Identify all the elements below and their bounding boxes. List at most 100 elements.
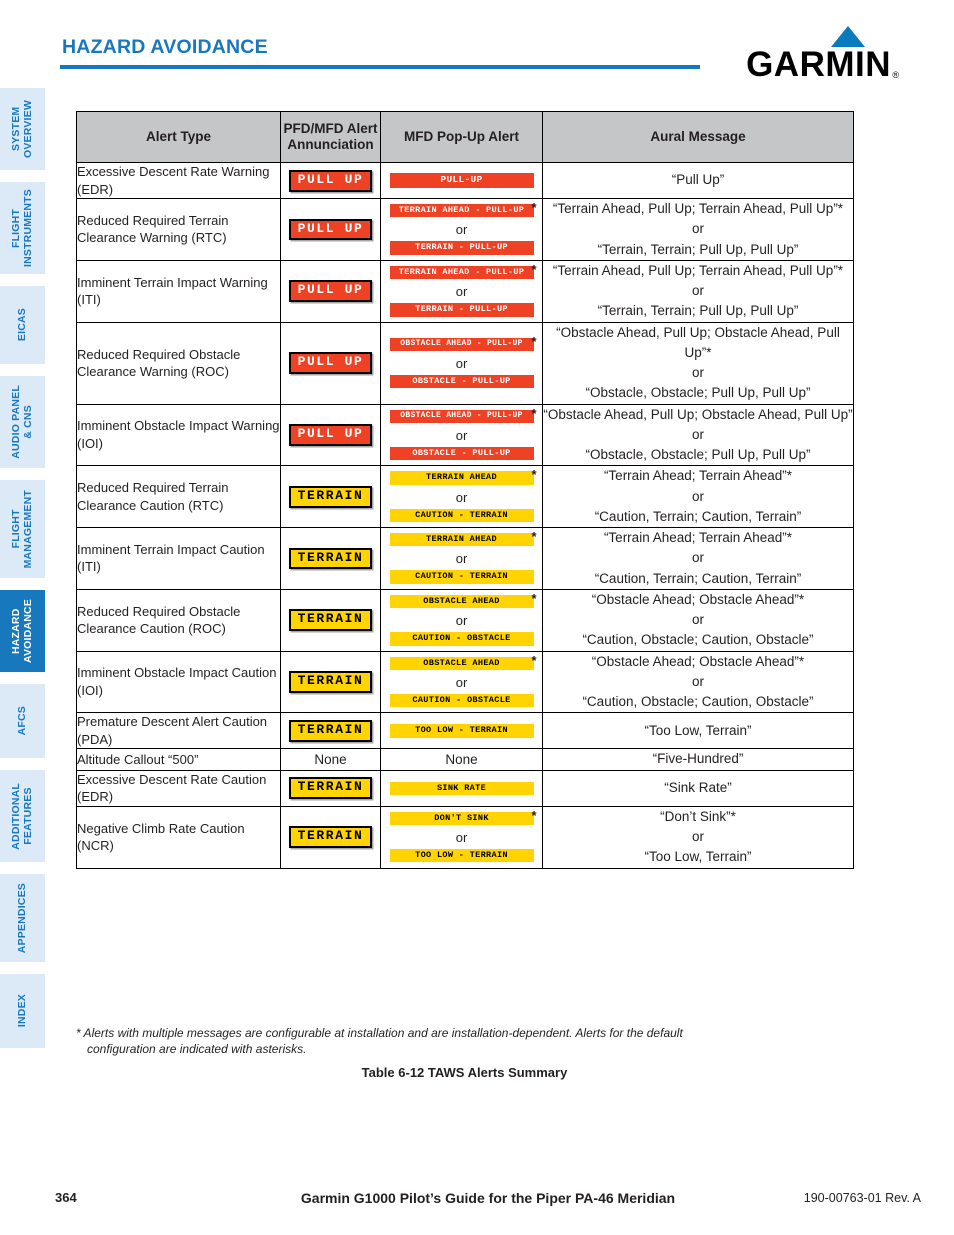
- aural-message-line: or: [691, 426, 704, 442]
- annunciation-cell: TERRAIN: [280, 527, 381, 590]
- alert-type-cell: Reduced Required Obstacle Clearance Warn…: [76, 321, 281, 405]
- pfd-annunciation-badge: TERRAIN: [288, 777, 373, 800]
- sidebar-item-label: AUDIO PANEL & CNS: [9, 385, 34, 459]
- aural-message-cell: “Obstacle Ahead, Pull Up; Obstacle Ahead…: [542, 403, 854, 467]
- aural-message-line: or: [691, 221, 704, 237]
- table-row: Imminent Obstacle Impact Warning (IOI) PU…: [76, 403, 854, 467]
- aural-message-line: “Caution, Terrain; Caution, Terrain”: [594, 570, 802, 586]
- mfd-popup-line: PULL-UP: [389, 173, 534, 188]
- mfd-popup-line: OBSTACLE AHEAD *: [389, 652, 537, 670]
- table-row: Altitude Callout “500” None None “Five-Hund…: [76, 748, 854, 771]
- mfd-popup-line: SINK RATE: [389, 781, 534, 795]
- table-row: Excessive Descent Rate Caution (EDR) TERR…: [76, 769, 854, 807]
- aural-message-line: or: [691, 829, 704, 845]
- alert-type-cell: Imminent Terrain Impact Caution (ITI): [76, 527, 281, 590]
- pfd-annunciation-badge: TERRAIN: [288, 826, 373, 849]
- popup-or-separator: or: [455, 830, 468, 846]
- aural-message-line: “Terrain, Terrain; Pull Up, Pull Up”: [597, 241, 799, 257]
- mfd-popup-cell: TERRAIN AHEAD * or CAUTION - TERRAIN: [380, 527, 543, 590]
- sidebar-item-additional-features[interactable]: ADDITIONAL FEATURES: [0, 770, 45, 862]
- sidebar-item-label: APPENDICES: [15, 882, 28, 954]
- aural-message-line: or: [691, 283, 704, 299]
- mfd-popup-line: DON'T SINK *: [389, 807, 537, 826]
- annunciation-cell: PULL UP: [280, 161, 381, 200]
- alert-type-cell: Excessive Descent Rate Caution (EDR): [76, 769, 281, 807]
- mfd-popup-group: None: [381, 751, 542, 769]
- aural-message-line: or: [691, 612, 704, 628]
- mfd-popup-line: TOO LOW - TERRAIN: [389, 849, 534, 863]
- alert-type-cell: Reduced Required Terrain Clearance Warni…: [76, 198, 281, 261]
- asterisk-marker: *: [531, 807, 537, 823]
- mfd-popup-banner: CAUTION - OBSTACLE: [389, 632, 534, 646]
- mfd-popup-line: TOO LOW - TERRAIN: [389, 724, 534, 738]
- aural-message-line: or: [691, 488, 704, 504]
- asterisk-marker: *: [531, 529, 537, 545]
- sidebar-section-tabs: SYSTEM OVERVIEW FLIGHT INSTRUMENTS EICAS AU…: [0, 88, 45, 1060]
- mfd-popup-group: PULL-UP: [381, 173, 542, 188]
- footer-document-title: Garmin G1000 Pilot’s Guide for the Piper…: [300, 1190, 676, 1206]
- sidebar-item-flight-management[interactable]: FLIGHT MANAGEMENT: [0, 480, 45, 578]
- sidebar-item-hazard-avoidance[interactable]: HAZARD AVOIDANCE: [0, 590, 45, 672]
- mfd-popup-banner: OBSTACLE - PULL-UP: [389, 374, 534, 388]
- pfd-annunciation-badge: PULL UP: [288, 218, 373, 241]
- mfd-popup-banner: OBSTACLE AHEAD - PULL-UP: [389, 338, 534, 351]
- table-row: Reduced Required Obstacle Clearance Warn…: [76, 321, 854, 405]
- aural-message-line: “Caution, Terrain; Caution, Terrain”: [594, 508, 802, 524]
- sidebar-item-appendices[interactable]: APPENDICES: [0, 874, 45, 962]
- mfd-popup-group: TERRAIN AHEAD - PULL-UP * or TERRAIN - PULL…: [381, 200, 542, 255]
- aural-message-line: “Too Low, Terrain”: [644, 849, 752, 865]
- sidebar-item-flight-instruments[interactable]: FLIGHT INSTRUMENTS: [0, 182, 45, 274]
- mfd-popup-banner: CAUTION - OBSTACLE: [389, 693, 534, 708]
- table-row: Reduced Required Obstacle Clearance Caut…: [76, 588, 854, 652]
- alert-type-cell: Altitude Callout “500”: [76, 748, 281, 771]
- footnote-line-2: configuration are indicated with asteris…: [87, 1042, 307, 1057]
- mfd-popup-group: TERRAIN AHEAD * or CAUTION - TERRAIN: [381, 468, 542, 523]
- sidebar-item-index[interactable]: INDEX: [0, 974, 45, 1048]
- alert-type-cell: Reduced Required Terrain Clearance Cauti…: [76, 465, 281, 529]
- aural-message-line: “Terrain Ahead, Pull Up; Terrain Ahead, …: [552, 201, 844, 217]
- aural-message-cell: “Obstacle Ahead; Obstacle Ahead”* or “Caut…: [542, 588, 854, 652]
- alert-type-cell: Imminent Obstacle Impact Warning (IOI): [76, 403, 281, 467]
- pfd-annunciation-badge: PULL UP: [288, 169, 373, 192]
- table-row: Imminent Terrain Impact Warning (ITI) PUL…: [76, 259, 854, 323]
- garmin-triangle-icon: [831, 26, 865, 47]
- mfd-popup-line: OBSTACLE AHEAD *: [389, 592, 537, 609]
- mfd-popup-cell: OBSTACLE AHEAD - PULL-UP * or OBSTACLE - PU…: [380, 321, 543, 405]
- table-caption: Table 6-12 TAWS Alerts Summary: [361, 1065, 568, 1080]
- aural-message-cell: “Too Low, Terrain”: [542, 712, 854, 750]
- aural-message-line: “Obstacle, Obstacle; Pull Up, Pull Up”: [585, 385, 811, 401]
- aural-message-line: “Too Low, Terrain”: [644, 722, 752, 738]
- pfd-annunciation-badge: TERRAIN: [288, 609, 373, 632]
- pfd-annunciation-badge: TERRAIN: [288, 719, 373, 742]
- table-body: Excessive Descent Rate Warning (EDR) PULL…: [76, 161, 854, 869]
- mfd-popup-line: TERRAIN AHEAD *: [389, 529, 537, 547]
- sidebar-item-audio-panel-cns[interactable]: AUDIO PANEL & CNS: [0, 376, 45, 468]
- sidebar-item-system-overview[interactable]: SYSTEM OVERVIEW: [0, 88, 45, 170]
- sidebar-item-label: INDEX: [15, 994, 28, 1028]
- mfd-popup-cell: PULL-UP: [380, 161, 543, 200]
- annunciation-none-label: None: [314, 751, 347, 767]
- sidebar-item-afcs[interactable]: AFCS: [0, 684, 45, 758]
- mfd-popup-group: OBSTACLE AHEAD * or CAUTION - OBSTACLE: [381, 652, 542, 708]
- aural-message-cell: “Terrain Ahead, Pull Up; Terrain Ahead, …: [542, 198, 854, 261]
- table-header-row: Alert Type PFD/MFD Alert Annunciation MFD…: [76, 111, 854, 163]
- pfd-annunciation-badge: PULL UP: [288, 424, 373, 446]
- column-header-aural: Aural Message: [542, 111, 854, 163]
- mfd-popup-banner: TERRAIN AHEAD - PULL-UP: [389, 204, 534, 218]
- annunciation-cell: None: [280, 748, 381, 771]
- pfd-annunciation-badge: PULL UP: [288, 352, 373, 375]
- popup-or-separator: or: [455, 222, 468, 238]
- mfd-popup-line: TERRAIN AHEAD - PULL-UP *: [389, 200, 537, 218]
- header-rule: [60, 65, 700, 69]
- sidebar-item-label: AFCS: [15, 706, 28, 736]
- asterisk-marker: *: [531, 652, 537, 668]
- column-header-alert-type: Alert Type: [76, 111, 281, 163]
- sidebar-item-eicas[interactable]: EICAS: [0, 286, 45, 364]
- annunciation-cell: PULL UP: [280, 403, 381, 467]
- mfd-popup-line: TERRAIN AHEAD *: [389, 468, 537, 485]
- mfd-popup-banner: CAUTION - TERRAIN: [389, 508, 534, 523]
- alert-type-cell: Negative Climb Rate Caution (NCR): [76, 805, 281, 869]
- asterisk-marker: *: [531, 200, 537, 216]
- mfd-popup-cell: OBSTACLE AHEAD * or CAUTION - OBSTACLE: [380, 650, 543, 714]
- garmin-logo: GARMIN ®: [699, 26, 899, 82]
